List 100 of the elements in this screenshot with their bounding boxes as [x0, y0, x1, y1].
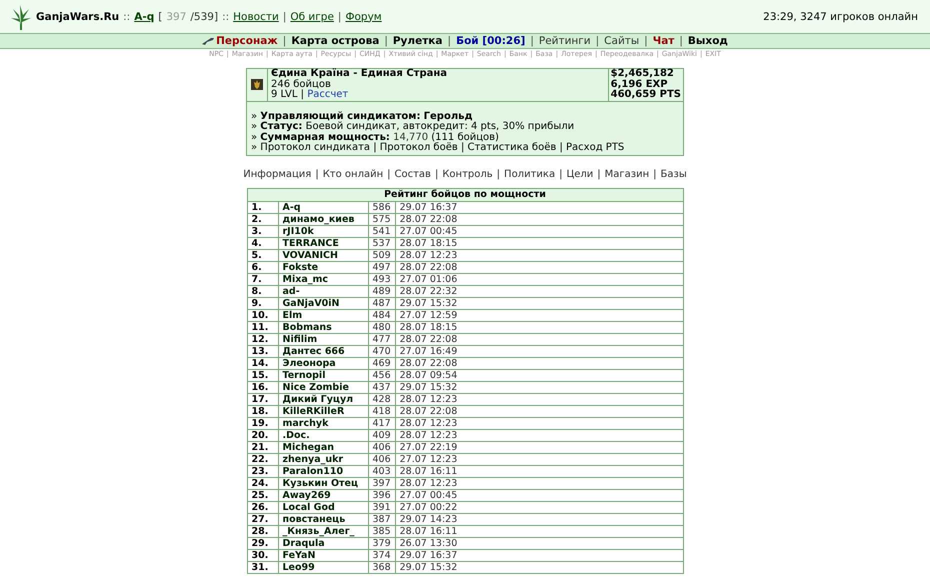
date-cell: 29.07 15:32 — [395, 297, 683, 309]
rank-cell: 12. — [247, 333, 278, 345]
calculate-link[interactable]: Рассчет — [307, 89, 348, 100]
date-cell: 29.07 16:37 — [395, 549, 683, 561]
tab-link[interactable]: Политика — [504, 168, 556, 180]
rank-cell: 14. — [247, 357, 278, 369]
date-cell: 27.07 12:59 — [395, 309, 683, 321]
power-cell: 487 — [368, 297, 396, 309]
online-status: 23:29, 3247 игроков онлайн — [763, 10, 918, 22]
tab-link[interactable]: Контроль — [442, 168, 493, 180]
player-link[interactable]: ad- — [282, 286, 300, 296]
power-cell: 489 — [368, 285, 396, 297]
separator-text: | — [300, 89, 304, 100]
date-cell: 27.07 22:19 — [395, 441, 683, 453]
header-link[interactable]: Новости — [233, 10, 279, 22]
info-link[interactable]: Протокол боёв — [380, 142, 458, 153]
power-cell: 484 — [368, 309, 396, 321]
date-cell: 26.07 13:30 — [395, 537, 683, 549]
power-cell: 480 — [368, 321, 396, 333]
info-link[interactable]: 14,770 — [393, 132, 428, 142]
info-link[interactable]: Протокол синдиката — [260, 142, 370, 153]
power-cell: 428 — [368, 393, 396, 405]
date-cell: 27.07 00:22 — [395, 501, 683, 513]
power-cell: 397 — [368, 477, 396, 489]
rank-cell: 25. — [247, 489, 278, 501]
rank-cell: 8. — [247, 285, 278, 297]
date-cell: 28.07 16:11 — [395, 465, 683, 477]
nav-link[interactable]: Рейтинги — [538, 35, 591, 47]
power-cell: 396 — [368, 489, 396, 501]
rank-cell: 1. — [247, 201, 278, 213]
power-cell: 509 — [368, 249, 396, 261]
power-cell: 477 — [368, 333, 396, 345]
date-cell: 27.07 00:45 — [395, 225, 683, 237]
hp-text: [ — [158, 10, 162, 22]
power-cell: 437 — [368, 381, 396, 393]
power-cell: 406 — [368, 441, 396, 453]
date-cell: 28.07 18:15 — [395, 237, 683, 249]
rank-cell: 18. — [247, 405, 278, 417]
separator-text: | — [559, 168, 562, 180]
power-cell: 493 — [368, 273, 396, 285]
nav-link[interactable]: Сайты — [604, 35, 640, 47]
separator-text: | — [282, 10, 286, 22]
rank-cell: 19. — [247, 417, 278, 429]
rank-cell: 31. — [247, 561, 278, 573]
tab-link[interactable]: Цели — [566, 168, 594, 180]
nav-link[interactable]: Выход — [688, 35, 728, 47]
separator-text: | — [387, 168, 390, 180]
username-link[interactable]: A-q — [134, 10, 154, 22]
power-cell: 374 — [368, 549, 396, 561]
rank-cell: 6. — [247, 261, 278, 273]
rank-cell: 30. — [247, 549, 278, 561]
info-line: » Протокол синдиката | Протокол боёв | Статистика боёв | Расход PTS — [251, 143, 626, 154]
player-link[interactable]: A-q — [282, 202, 301, 212]
date-cell: 28.07 18:15 — [395, 321, 683, 333]
separator-text: :: — [222, 10, 230, 22]
date-cell: 28.07 12:23 — [395, 429, 683, 441]
tab-link[interactable]: Состав — [394, 168, 431, 180]
info-link[interactable]: Расход PTS — [566, 142, 624, 153]
power-cell: 537 — [368, 237, 396, 249]
date-cell: 28.07 09:54 — [395, 369, 683, 381]
rank-cell: 26. — [247, 501, 278, 513]
header-link[interactable]: Форум — [345, 10, 382, 22]
rank-cell: 17. — [247, 393, 278, 405]
power-cell: 385 — [368, 525, 396, 537]
date-cell: 29.07 15:32 — [395, 381, 683, 393]
power-cell: 497 — [368, 261, 396, 273]
stat-value: $2,465,182 — [610, 69, 675, 80]
rank-cell: 20. — [247, 429, 278, 441]
separator-text: | — [338, 10, 342, 22]
member-count: 246 бойцов — [271, 80, 332, 90]
separator-text: :: — [123, 10, 130, 22]
nav-link[interactable]: Рулетка — [392, 35, 443, 47]
tab-link[interactable]: Магазин — [604, 168, 650, 180]
tab-link[interactable]: Базы — [660, 168, 687, 180]
nav-link[interactable]: Бой [00:26] — [456, 35, 526, 47]
nav-link[interactable]: Чат — [652, 35, 674, 47]
rank-cell: 10. — [247, 309, 278, 321]
info-link[interactable]: Статистика боёв — [468, 142, 556, 153]
power-cell: 541 — [368, 225, 396, 237]
info-line: » Статус: Боевой синдикат, автокредит: 4 pts, 30% прибыли — [251, 122, 576, 132]
date-cell: 27.07 00:45 — [395, 489, 683, 501]
date-cell: 28.07 16:11 — [395, 525, 683, 537]
info-link[interactable]: Герольд — [424, 110, 473, 122]
nav-link[interactable]: Персонаж — [216, 35, 278, 47]
nav-link[interactable]: Карта острова — [291, 35, 380, 47]
separator-text: | — [384, 35, 388, 47]
date-cell: 28.07 22:08 — [395, 405, 683, 417]
tab-link[interactable]: Кто онлайн — [322, 168, 384, 180]
power-cell: 403 — [368, 465, 396, 477]
header-link[interactable]: Об игре — [290, 10, 334, 22]
stat-value: 460,659 PTS — [610, 90, 681, 100]
separator-text: | — [679, 35, 683, 47]
date-cell: 28.07 12:23 — [395, 249, 683, 261]
rank-cell: 2. — [247, 213, 278, 225]
separator-text: | — [644, 35, 648, 47]
separator-text: | — [653, 168, 657, 180]
rank-cell: 5. — [247, 249, 278, 261]
rank-cell: 29. — [247, 537, 278, 549]
separator-text: | — [596, 35, 600, 47]
tab-link[interactable]: Информация — [243, 168, 312, 180]
